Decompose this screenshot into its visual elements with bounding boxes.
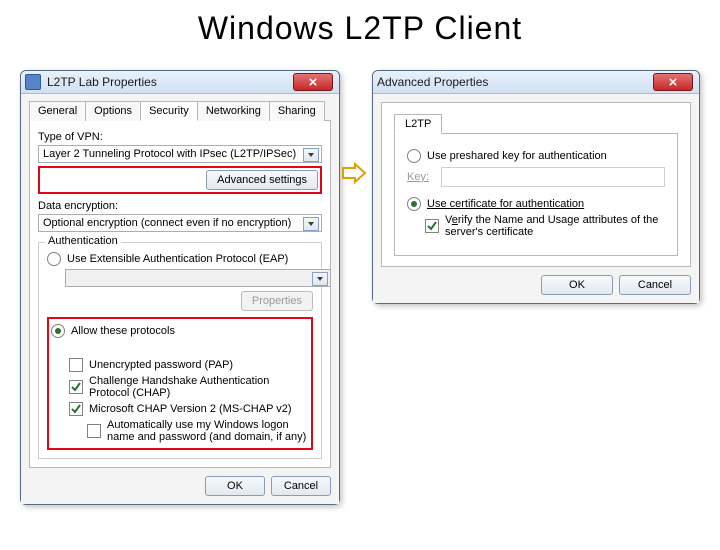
verify-cert-label: Verify the Name and Usage attributes of … [445,214,665,238]
check-icon [71,404,81,414]
chevron-down-icon [312,272,328,286]
tab-l2tp[interactable]: L2TP [394,114,442,134]
vpn-type-value: Layer 2 Tunneling Protocol with IPsec (L… [43,148,296,160]
autologon-checkbox[interactable] [87,424,101,438]
eap-label: Use Extensible Authentication Protocol (… [67,253,288,265]
tab-sharing[interactable]: Sharing [269,101,325,121]
l2tp-properties-window: L2TP Lab Properties General Options Secu… [20,70,340,505]
chevron-down-icon [303,217,319,231]
tab-security[interactable]: Security [140,101,198,121]
eap-radio[interactable] [47,252,61,266]
mschap-label: Microsoft CHAP Version 2 (MS-CHAP v2) [89,403,292,415]
tabs: General Options Security Networking Shar… [29,100,331,121]
key-label: Key: [407,171,441,183]
tab-general[interactable]: General [29,101,86,121]
allow-protocols-label: Allow these protocols [71,325,175,337]
check-icon [427,221,437,231]
autologon-label: Automatically use my Windows logon name … [107,419,309,443]
psk-label: Use preshared key for authentication [427,150,607,162]
cancel-button[interactable]: Cancel [271,476,331,496]
tabs: L2TP [394,113,678,134]
tab-options[interactable]: Options [85,101,141,121]
certificate-label: Use certificate for authentication [427,198,584,210]
window-icon [25,74,41,90]
pap-checkbox[interactable] [69,358,83,372]
psk-radio[interactable] [407,149,421,163]
page-title: Windows L2TP Client [0,10,720,47]
window-title: Advanced Properties [377,75,488,89]
advanced-properties-window: Advanced Properties L2TP Use preshared k… [372,70,700,304]
window-title: L2TP Lab Properties [47,75,157,89]
authentication-legend: Authentication [45,235,121,247]
chevron-down-icon [303,148,319,162]
close-icon [669,78,677,86]
close-button[interactable] [293,73,333,91]
type-of-vpn-label: Type of VPN: [38,131,322,143]
tab-networking[interactable]: Networking [197,101,270,121]
data-encryption-value: Optional encryption (connect even if no … [43,217,291,229]
titlebar[interactable]: L2TP Lab Properties [21,71,339,94]
properties-button: Properties [241,291,313,311]
vpn-type-select[interactable]: Layer 2 Tunneling Protocol with IPsec (L… [38,145,322,163]
close-icon [309,78,317,86]
data-encryption-select[interactable]: Optional encryption (connect even if no … [38,214,322,232]
certificate-radio[interactable] [407,197,421,211]
titlebar[interactable]: Advanced Properties [373,71,699,94]
data-encryption-label: Data encryption: [38,200,322,212]
eap-method-select [65,269,331,287]
chap-checkbox[interactable] [69,380,83,394]
cancel-button[interactable]: Cancel [619,275,691,295]
close-button[interactable] [653,73,693,91]
chap-label: Challenge Handshake Authentication Proto… [89,375,309,399]
pap-label: Unencrypted password (PAP) [89,359,233,371]
ok-button[interactable]: OK [541,275,613,295]
authentication-group: Authentication Use Extensible Authentica… [38,242,322,459]
verify-cert-checkbox[interactable] [425,219,439,233]
ok-button[interactable]: OK [205,476,265,496]
check-icon [71,382,81,392]
arrow-icon [341,162,367,184]
mschap-checkbox[interactable] [69,402,83,416]
psk-key-input [441,167,665,187]
advanced-settings-button[interactable]: Advanced settings [206,170,318,190]
allow-protocols-radio[interactable] [51,324,65,338]
